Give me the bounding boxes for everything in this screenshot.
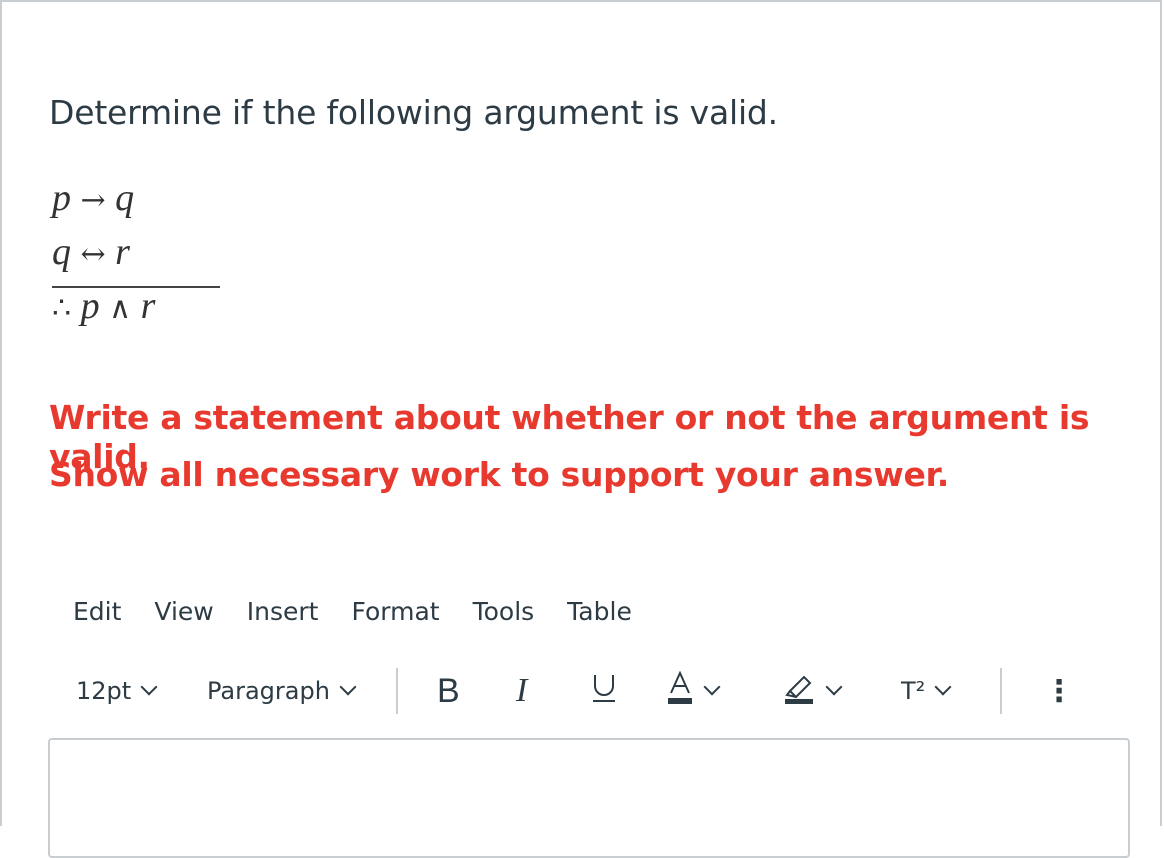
toolbar-separator	[1000, 668, 1002, 714]
conclusion-left: p	[80, 285, 100, 327]
block-format-select[interactable]: Paragraph	[207, 668, 357, 714]
premise-2-left: q	[52, 231, 71, 273]
menu-insert[interactable]: Insert	[247, 597, 319, 626]
text-color-button[interactable]	[666, 668, 721, 714]
toolbar-separator	[396, 668, 398, 714]
premise-2-right: r	[115, 231, 130, 273]
premise-1-left: p	[52, 177, 71, 219]
underline-button[interactable]	[591, 668, 617, 714]
block-format-value: Paragraph	[207, 677, 330, 705]
highlight-color-button[interactable]	[782, 668, 843, 714]
chevron-down-icon	[825, 678, 843, 696]
editor-menubar: Edit View Insert Format Tools Table	[73, 597, 665, 626]
premise-1-right: q	[115, 177, 135, 219]
argument-block: p → q q ↔ r ∴ p ∧ r	[52, 174, 220, 342]
bold-icon: B	[437, 671, 460, 710]
chevron-down-icon	[140, 678, 158, 696]
italic-button[interactable]: I	[516, 668, 527, 714]
menu-edit[interactable]: Edit	[73, 597, 121, 626]
conclusion-right: r	[140, 285, 156, 327]
more-vertical-icon: ⋮	[1044, 673, 1074, 709]
rich-text-editor[interactable]	[48, 738, 1130, 858]
menu-table[interactable]: Table	[567, 597, 632, 626]
therefore-symbol: ∴	[52, 291, 72, 326]
font-size-value: 12pt	[76, 677, 132, 705]
superscript-button[interactable]: T²	[901, 668, 952, 714]
superscript-icon: T²	[901, 677, 926, 705]
bold-button[interactable]: B	[437, 668, 460, 714]
and-symbol: ∧	[109, 291, 132, 326]
underline-icon	[591, 672, 617, 711]
premise-1: p → q	[52, 174, 155, 230]
italic-icon: I	[516, 672, 528, 709]
question-prompt: Determine if the following argument is v…	[49, 93, 778, 132]
menu-format[interactable]: Format	[351, 597, 439, 626]
implies-symbol: →	[80, 183, 106, 218]
conclusion: ∴ p ∧ r	[52, 286, 155, 342]
editor-toolbar: 12pt Paragraph B I T² ⋮	[76, 668, 1076, 714]
chevron-down-icon	[339, 678, 357, 696]
conclusion-rule	[52, 286, 220, 288]
biconditional-symbol: ↔	[80, 237, 106, 272]
font-size-select[interactable]: 12pt	[76, 668, 158, 714]
menu-tools[interactable]: Tools	[473, 597, 535, 626]
instruction-line-2: Show all necessary work to support your …	[49, 455, 950, 494]
menu-view[interactable]: View	[154, 597, 213, 626]
chevron-down-icon	[934, 678, 952, 696]
chevron-down-icon	[703, 678, 721, 696]
text-color-icon	[666, 670, 694, 711]
highlighter-icon	[782, 671, 816, 711]
more-options-button[interactable]: ⋮	[1044, 668, 1074, 714]
premise-2: q ↔ r	[52, 230, 155, 280]
